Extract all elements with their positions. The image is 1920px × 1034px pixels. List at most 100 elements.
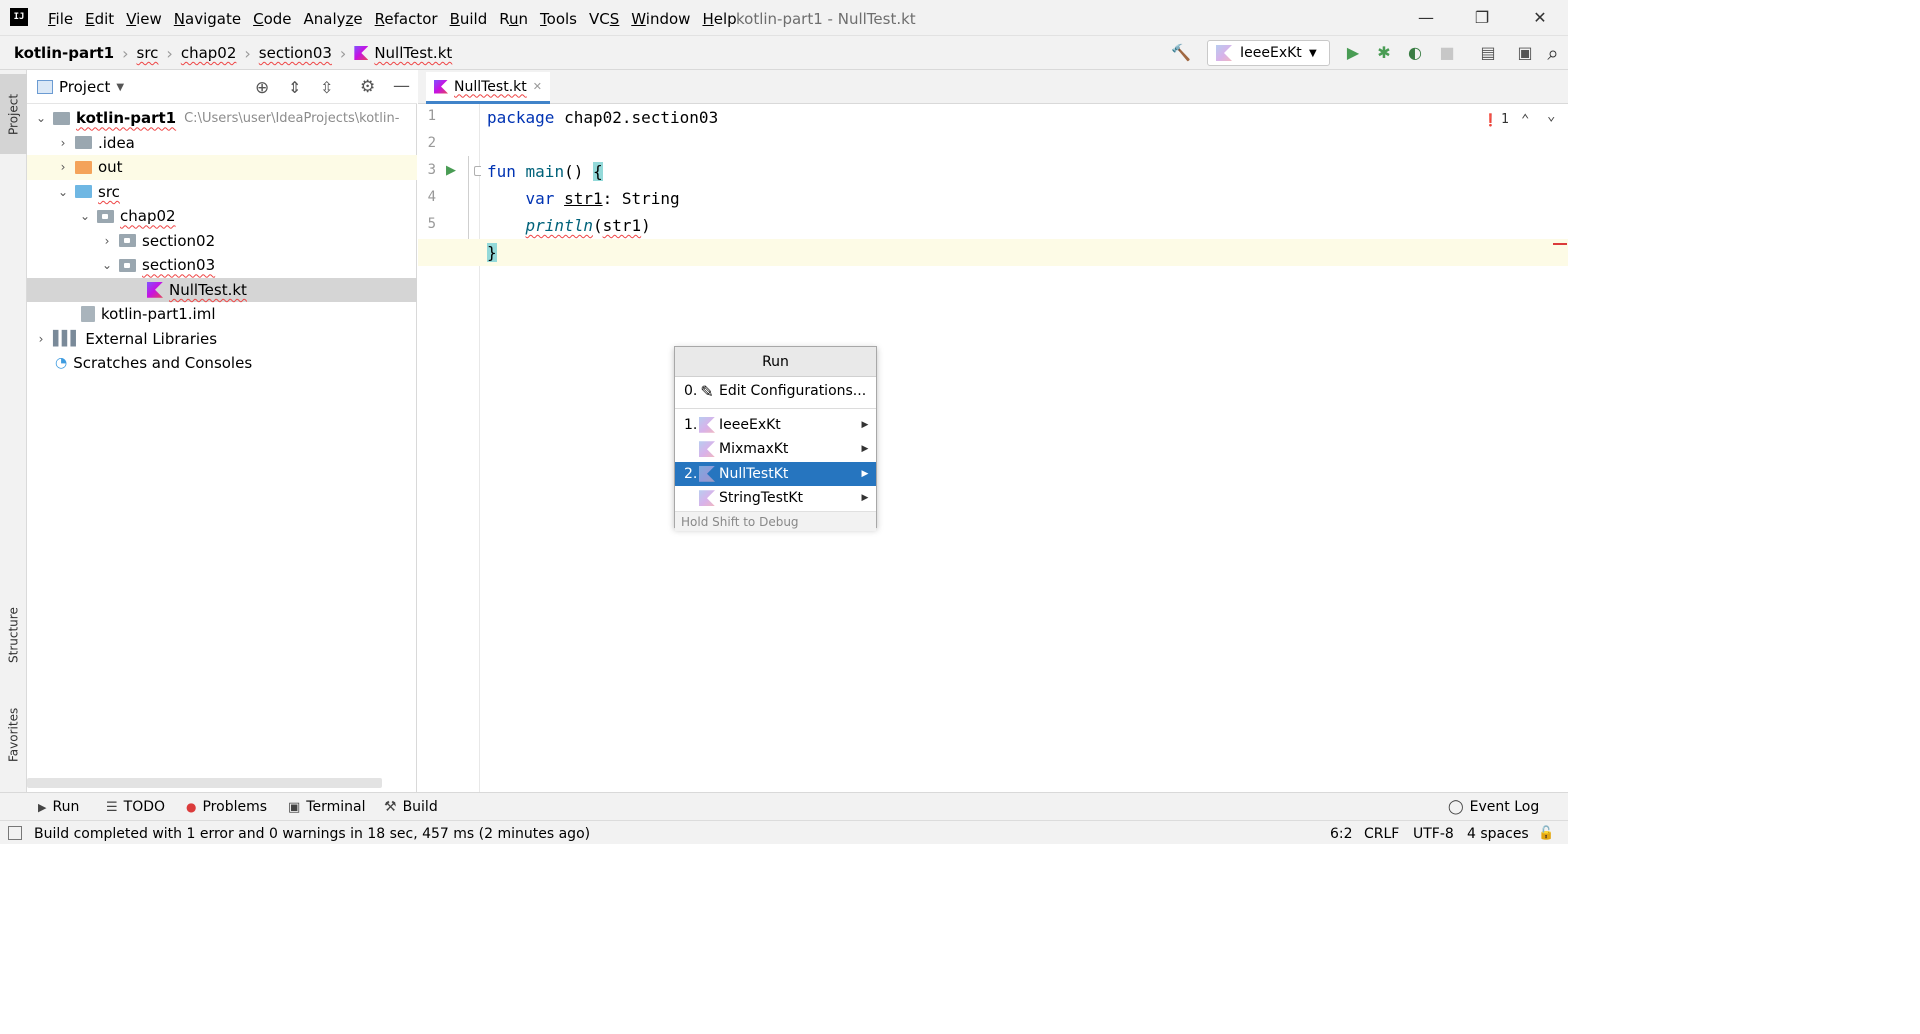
popup-item-label: StringTestKt bbox=[719, 490, 804, 507]
todo-tool-button[interactable]: ☰ TODO bbox=[106, 793, 165, 821]
indent-setting[interactable]: 4 spaces bbox=[1467, 821, 1529, 844]
project-tool-tab[interactable]: Project bbox=[0, 74, 27, 154]
menu-item[interactable]: Code bbox=[247, 0, 297, 36]
menu-item[interactable]: Build bbox=[444, 0, 494, 36]
previous-highlight-icon[interactable]: ⌃ bbox=[1521, 112, 1529, 128]
code-line-1[interactable]: package chap02.section03 bbox=[487, 104, 718, 131]
popup-item-ieeeexkt[interactable]: 1. IeeeExKt ▶ bbox=[675, 413, 876, 438]
kotlin-config-icon bbox=[1216, 45, 1232, 61]
build-hammer-icon[interactable]: 🔨 bbox=[1168, 41, 1194, 65]
project-view-selector[interactable]: Project ▼ bbox=[37, 70, 124, 104]
status-panel-toggle-icon[interactable] bbox=[8, 826, 22, 840]
popup-item-stringtestkt[interactable]: StringTestKt ▶ bbox=[675, 486, 876, 511]
tree-item-out[interactable]: › out bbox=[27, 155, 417, 180]
tree-item-iml[interactable]: kotlin-part1.iml bbox=[27, 302, 417, 327]
chevron-right-icon[interactable]: › bbox=[55, 160, 71, 174]
breadcrumb-section03[interactable]: section03 bbox=[259, 36, 332, 70]
menu-item[interactable]: Navigate bbox=[168, 0, 247, 36]
structure-tool-tab[interactable]: Structure bbox=[0, 590, 27, 680]
tree-item-chap02[interactable]: ⌄ chap02 bbox=[27, 204, 417, 229]
menu-item[interactable]: Edit bbox=[79, 0, 120, 36]
debug-icon[interactable]: ✱ bbox=[1371, 41, 1397, 65]
file-encoding[interactable]: UTF-8 bbox=[1413, 821, 1454, 844]
tree-item-external-libraries[interactable]: › ▌▌▌ External Libraries bbox=[27, 327, 417, 352]
problems-tool-button[interactable]: ● Problems bbox=[186, 793, 267, 821]
stop-icon[interactable]: ■ bbox=[1434, 41, 1460, 65]
run-configuration-select[interactable]: IeeeExKt ▼ bbox=[1207, 40, 1330, 66]
run-icon[interactable]: ▶ bbox=[1340, 41, 1366, 65]
breadcrumb-nulltest[interactable]: NullTest.kt bbox=[354, 36, 452, 70]
menu-item[interactable]: File bbox=[42, 0, 79, 36]
tree-item-label: src bbox=[98, 182, 120, 201]
intellij-logo-icon[interactable]: IJ bbox=[10, 8, 28, 26]
chevron-down-icon[interactable]: ⌄ bbox=[99, 258, 115, 272]
terminal-tool-button[interactable]: ▣ Terminal bbox=[288, 793, 365, 821]
tree-item-scratches[interactable]: ◔ Scratches and Consoles bbox=[27, 351, 417, 376]
breadcrumb-src[interactable]: src bbox=[137, 36, 159, 70]
error-stripe-mark[interactable] bbox=[1553, 243, 1567, 245]
expand-all-icon[interactable]: ⇕ bbox=[288, 78, 301, 97]
run-gutter-icon[interactable]: ▶ bbox=[446, 163, 456, 178]
menu-item[interactable]: Refactor bbox=[369, 0, 444, 36]
code-line-6[interactable]: } bbox=[487, 239, 497, 266]
locate-file-icon[interactable]: ⊕ bbox=[255, 78, 269, 98]
code-line-4[interactable]: var str1: String bbox=[487, 185, 680, 212]
chevron-right-icon[interactable]: › bbox=[55, 136, 71, 150]
submenu-arrow-icon: ▶ bbox=[861, 444, 869, 455]
status-message[interactable]: Build completed with 1 error and 0 warni… bbox=[34, 821, 590, 844]
line-number: 5 bbox=[427, 216, 436, 232]
editor-gutter: 1 2 3 4 5 6 ▶ bbox=[418, 104, 484, 792]
bottom-tool-bar: ▶ Run ☰ TODO ● Problems ▣ Terminal ⚒ Bui… bbox=[0, 792, 1568, 820]
chevron-down-icon[interactable]: ⌄ bbox=[55, 185, 71, 199]
project-panel-header: Project ▼ ⊕ ⇕ ⇳ ⚙ — bbox=[27, 70, 417, 104]
event-log-button[interactable]: ◯ Event Log bbox=[1448, 793, 1539, 821]
minimize-icon[interactable]: — bbox=[1398, 0, 1454, 36]
chevron-right-icon[interactable]: › bbox=[99, 234, 115, 248]
inspection-widget[interactable]: ❗ 1 bbox=[1483, 112, 1509, 127]
menu-item[interactable]: Run bbox=[493, 0, 534, 36]
tree-item-nulltest[interactable]: NullTest.kt bbox=[27, 277, 417, 302]
layout-icon[interactable]: ▣ bbox=[1512, 41, 1538, 65]
breadcrumb-project[interactable]: kotlin-part1 bbox=[14, 36, 114, 70]
line-separator[interactable]: CRLF bbox=[1364, 821, 1399, 844]
project-structure-icon[interactable]: ▤ bbox=[1475, 41, 1501, 65]
chevron-right-icon[interactable]: › bbox=[33, 332, 49, 346]
menu-item[interactable]: View bbox=[120, 0, 168, 36]
code-editor[interactable]: package chap02.section03 fun main() { va… bbox=[418, 104, 1568, 792]
menu-item[interactable]: Analyze bbox=[298, 0, 369, 36]
tree-item-kotlin-part1[interactable]: ⌄ kotlin-part1 C:\Users\user\IdeaProject… bbox=[27, 106, 417, 131]
horizontal-scrollbar[interactable] bbox=[27, 778, 382, 788]
caret-position[interactable]: 6:2 bbox=[1330, 821, 1353, 844]
tree-item-section03[interactable]: ⌄ section03 bbox=[27, 253, 417, 278]
menu-item[interactable]: Tools bbox=[534, 0, 583, 36]
restore-icon[interactable]: ❐ bbox=[1454, 0, 1510, 36]
next-highlight-icon[interactable]: ⌄ bbox=[1547, 108, 1555, 124]
favorites-tool-tab[interactable]: Favorites bbox=[0, 690, 27, 780]
collapse-all-icon[interactable]: ⇳ bbox=[320, 78, 333, 97]
run-tool-button[interactable]: ▶ Run bbox=[38, 793, 79, 821]
breadcrumb-chap02[interactable]: chap02 bbox=[181, 36, 237, 70]
close-window-icon[interactable]: ✕ bbox=[1512, 0, 1568, 36]
menu-item[interactable]: VCS bbox=[583, 0, 625, 36]
search-icon[interactable]: ⌕ bbox=[1540, 41, 1566, 65]
popup-item-mixmaxkt[interactable]: MixmaxKt ▶ bbox=[675, 437, 876, 462]
build-tool-button[interactable]: ⚒ Build bbox=[384, 793, 438, 821]
chevron-down-icon[interactable]: ⌄ bbox=[33, 111, 49, 125]
tree-item-src[interactable]: ⌄ src bbox=[27, 180, 417, 205]
hide-panel-icon[interactable]: — bbox=[393, 76, 410, 96]
tab-nulltest[interactable]: NullTest.kt ✕ bbox=[426, 72, 550, 104]
popup-item-edit-configurations[interactable]: 0. ✎ Edit Configurations... bbox=[675, 379, 876, 404]
tree-item-idea[interactable]: › .idea bbox=[27, 131, 417, 156]
popup-item-nulltestkt[interactable]: 2. NullTestKt ▶ bbox=[675, 461, 876, 486]
lock-icon[interactable]: 🔓 bbox=[1538, 821, 1554, 844]
breadcrumb-separator: › bbox=[166, 43, 173, 63]
coverage-icon[interactable]: ◐ bbox=[1402, 41, 1428, 65]
code-line-3[interactable]: fun main() { bbox=[487, 158, 603, 185]
code-line-5[interactable]: println(str1) bbox=[487, 212, 651, 239]
tree-item-section02[interactable]: › section02 bbox=[27, 229, 417, 254]
chevron-down-icon[interactable]: ⌄ bbox=[77, 209, 93, 223]
close-tab-icon[interactable]: ✕ bbox=[533, 80, 542, 93]
menu-item[interactable]: Window bbox=[625, 0, 696, 36]
kotlin-config-icon bbox=[699, 441, 715, 458]
gear-icon[interactable]: ⚙ bbox=[360, 77, 375, 97]
